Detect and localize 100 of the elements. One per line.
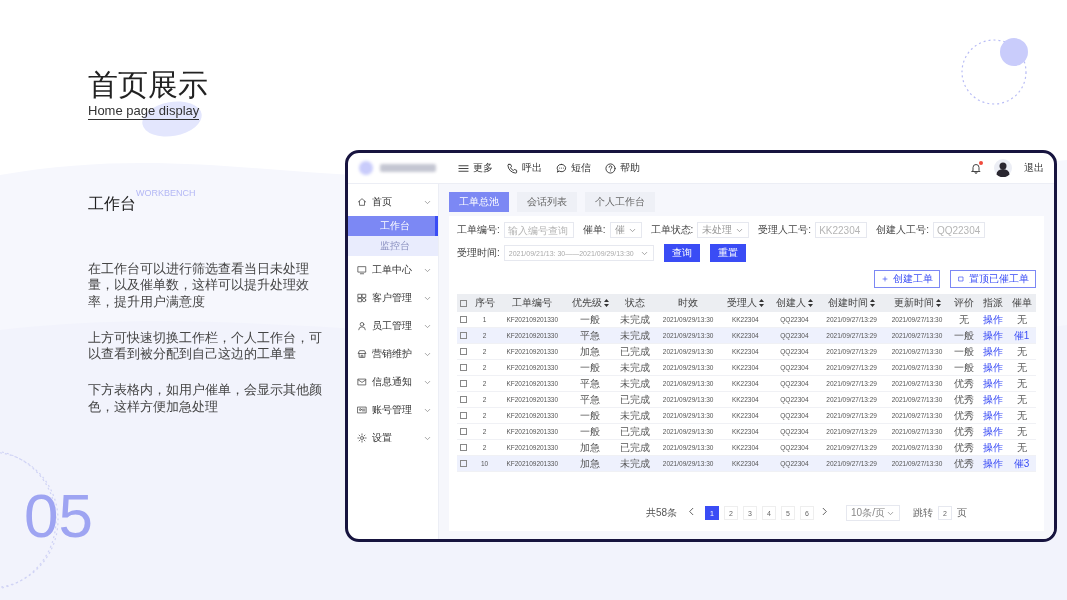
page-size-select[interactable]: 10条/页 bbox=[846, 505, 901, 521]
header-menu-label: 更多 bbox=[473, 161, 493, 175]
monitor-icon bbox=[357, 265, 367, 275]
sort-icon[interactable] bbox=[870, 299, 876, 307]
checkbox[interactable] bbox=[460, 316, 468, 324]
assign-link[interactable]: 操作 bbox=[978, 423, 1008, 440]
table-cell: 已完成 bbox=[614, 423, 656, 440]
table-cell: 平急 bbox=[565, 375, 615, 392]
tab[interactable]: 个人工作台 bbox=[585, 192, 655, 212]
checkbox[interactable] bbox=[460, 332, 468, 340]
help-icon bbox=[605, 162, 616, 174]
sidebar-item[interactable]: 员工管理 bbox=[348, 312, 438, 340]
table-header-cell: 工单编号 bbox=[498, 294, 566, 312]
jump-label: 跳转 bbox=[913, 506, 934, 520]
description-paragraph: 上方可快速切换工作栏，个人工作台，可以查看到被分配到自己这边的工单量 bbox=[88, 329, 323, 363]
table-header-cell: 创建时间 bbox=[818, 294, 885, 312]
checkbox[interactable] bbox=[460, 412, 468, 420]
table-header-cell: 受理人 bbox=[720, 294, 770, 312]
checkbox[interactable] bbox=[460, 300, 468, 308]
sort-icon[interactable] bbox=[807, 299, 813, 307]
assign-link[interactable]: 操作 bbox=[978, 343, 1008, 360]
table-cell: 一般 bbox=[565, 359, 615, 376]
table-cell: 已完成 bbox=[614, 439, 656, 456]
urge-cell: 无 bbox=[1007, 439, 1036, 456]
page-suffix: 页 bbox=[957, 506, 968, 520]
table-cell: 优秀 bbox=[949, 375, 979, 392]
header-menu-label: 短信 bbox=[571, 161, 591, 175]
table-cell: 一般 bbox=[949, 343, 979, 360]
query-button[interactable]: 查询 bbox=[663, 244, 700, 262]
reset-button[interactable]: 重置 bbox=[709, 244, 746, 262]
assign-link[interactable]: 操作 bbox=[978, 391, 1008, 408]
urge-cell: 无 bbox=[1007, 391, 1036, 408]
filter-label: 受理人工号: bbox=[758, 223, 812, 237]
sidebar-item[interactable]: 信息通知 bbox=[348, 368, 438, 396]
filter-label: 受理时间: bbox=[457, 246, 500, 260]
table-cell: 加急 bbox=[565, 343, 615, 360]
table-cell: 未完成 bbox=[614, 375, 656, 392]
store-icon bbox=[357, 349, 367, 359]
table-cell: 未完成 bbox=[614, 312, 656, 328]
action-button[interactable]: 置顶已催工单 bbox=[950, 270, 1036, 288]
filter-label: 催单: bbox=[582, 223, 606, 237]
tab[interactable]: 会话列表 bbox=[517, 192, 577, 212]
user-icon bbox=[357, 321, 367, 331]
table-header-cell: 评价 bbox=[949, 294, 979, 312]
input-field[interactable]: 输入编号查询 bbox=[503, 222, 574, 238]
checkbox[interactable] bbox=[460, 460, 468, 468]
filter-label: 创建人工号: bbox=[876, 223, 929, 237]
sidebar-item[interactable]: 首页 bbox=[348, 188, 438, 216]
logout-link[interactable]: 退出 bbox=[1024, 161, 1044, 175]
table-cell: 一般 bbox=[565, 312, 615, 328]
urge-cell: 无 bbox=[1007, 375, 1036, 392]
urge-cell: 无 bbox=[1007, 423, 1036, 440]
table-cell: 优秀 bbox=[949, 391, 979, 408]
table-cell: 未完成 bbox=[614, 359, 656, 376]
checkbox[interactable] bbox=[460, 348, 468, 356]
checkbox[interactable] bbox=[460, 396, 468, 404]
action-button[interactable]: 创建工单 bbox=[874, 270, 940, 288]
assign-link[interactable]: 操作 bbox=[978, 359, 1008, 376]
assign-link[interactable]: 操作 bbox=[978, 439, 1008, 456]
mail-icon bbox=[357, 377, 367, 387]
header-menu-item[interactable]: 呼出 bbox=[507, 161, 542, 175]
sidebar-item[interactable]: 客户管理 bbox=[348, 284, 438, 312]
table-cell: 加急 bbox=[565, 439, 615, 456]
sidebar-item[interactable]: 账号管理 bbox=[348, 396, 438, 424]
header-menu-item[interactable]: 帮助 bbox=[605, 161, 640, 175]
header-menu-item[interactable]: 更多 bbox=[458, 161, 493, 175]
bell-icon bbox=[970, 162, 982, 174]
sidebar-item[interactable]: 营销维护 bbox=[348, 340, 438, 368]
plus-icon bbox=[881, 275, 889, 283]
assign-link[interactable]: 操作 bbox=[978, 375, 1008, 392]
settings-icon bbox=[357, 433, 367, 443]
table-header-cell: 催单 bbox=[1007, 294, 1036, 312]
assign-link[interactable]: 操作 bbox=[978, 312, 1008, 328]
checkbox[interactable] bbox=[460, 444, 468, 452]
sort-icon[interactable] bbox=[603, 299, 609, 307]
slide-subtitle: Home page display bbox=[88, 103, 200, 120]
sidebar-item[interactable]: 工单中心 bbox=[348, 256, 438, 284]
id-card-icon bbox=[357, 405, 367, 415]
page-number: 05 bbox=[24, 480, 93, 551]
description-paragraph: 在工作台可以进行筛选查看当日未处理量，以及催单数，这样可以提升处理效率，提升用户满意度 bbox=[88, 261, 310, 310]
section-tag: WORKBENCH bbox=[136, 188, 196, 198]
checkbox[interactable] bbox=[460, 364, 468, 372]
input-field[interactable]: QQ22304 bbox=[932, 222, 985, 238]
table-header-cell: 状态 bbox=[614, 294, 656, 312]
grid-icon bbox=[357, 293, 367, 303]
assign-link[interactable]: 操作 bbox=[978, 407, 1008, 424]
table-header-cell: 序号 bbox=[470, 294, 499, 312]
table-cell: 一般 bbox=[565, 407, 615, 424]
input-field[interactable]: KK22304 bbox=[815, 222, 868, 238]
checkbox[interactable] bbox=[460, 428, 468, 436]
sort-icon[interactable] bbox=[758, 299, 764, 307]
avatar-icon[interactable] bbox=[994, 159, 1012, 177]
table-header-cell: 优先级 bbox=[565, 294, 615, 312]
checkbox[interactable] bbox=[460, 380, 468, 388]
sort-icon[interactable] bbox=[935, 299, 941, 307]
sidebar-item[interactable]: 设置 bbox=[348, 424, 438, 452]
header-menu-item[interactable]: 短信 bbox=[556, 161, 591, 175]
header-menu-label: 帮助 bbox=[620, 161, 640, 175]
table-header-cell: 更新时间 bbox=[884, 294, 950, 312]
table-header-cell: 创建人 bbox=[769, 294, 819, 312]
